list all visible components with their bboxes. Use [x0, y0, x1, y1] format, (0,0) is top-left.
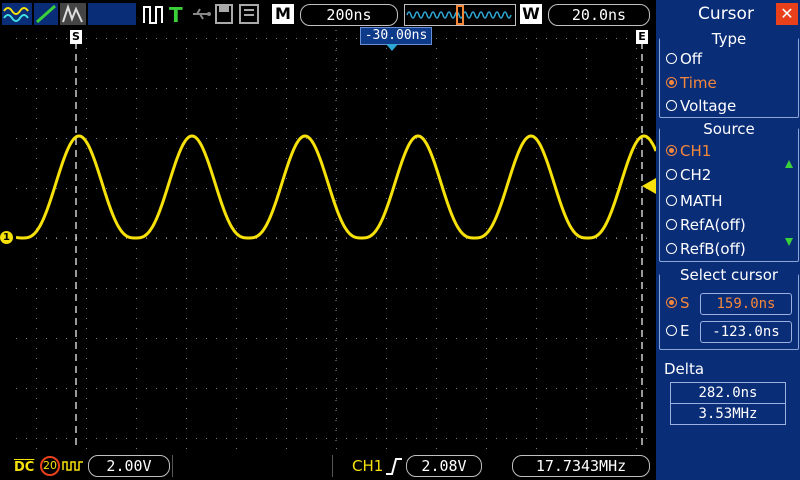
trigger-level-icon[interactable] — [640, 178, 656, 194]
probe-wave-icon — [62, 461, 83, 471]
radio-icon — [666, 243, 677, 254]
delta-frequency: 3.53MHz — [671, 403, 785, 424]
bottom-status-bar: DC 20 2.00V CH1 2.08V 17.7343MHz — [0, 450, 656, 480]
bw-limit-badge: 20 — [40, 456, 60, 476]
radio-icon — [666, 219, 677, 230]
scroll-up-icon[interactable] — [784, 159, 794, 169]
save-icon[interactable] — [214, 3, 234, 25]
slope-icon[interactable] — [34, 3, 58, 25]
cursor-e-tag[interactable]: E — [636, 30, 648, 44]
source-option-ch2[interactable]: CH2 — [666, 165, 711, 185]
waveform-display[interactable]: S E -30.00ns — [16, 27, 656, 450]
source-option-ch1[interactable]: CH1 — [666, 141, 711, 161]
radio-icon — [666, 100, 677, 111]
ch1-trace — [16, 134, 656, 240]
type-group-title: Type — [660, 31, 798, 47]
cursor-s-tag[interactable]: S — [70, 30, 82, 44]
delta-time: 282.0ns — [698, 385, 758, 401]
radio-icon — [666, 195, 677, 206]
cursor-e-value[interactable]: -123.0ns — [700, 321, 792, 343]
coupling-label: DC — [14, 460, 35, 475]
cursor-menu-panel: Cursor ✕ Type Off Time Voltage Source CH… — [656, 0, 800, 480]
frequency-readout: 17.7343MHz — [512, 455, 650, 477]
status-box — [88, 3, 136, 25]
trigger-level[interactable]: 2.08V — [406, 455, 482, 477]
trigger-pos-arrow-icon — [386, 44, 398, 51]
timebase-value[interactable]: 200ns — [300, 4, 398, 26]
source-option-refb[interactable]: RefB(off) — [666, 239, 746, 259]
trigger-T-icon[interactable]: T — [168, 3, 184, 25]
window-value[interactable]: 20.0ns — [548, 4, 650, 26]
type-group: Type Off Time Voltage — [659, 31, 799, 118]
trigger-source: CH1 — [352, 457, 384, 475]
waveform-overview[interactable] — [404, 4, 516, 26]
ch1-ground-marker[interactable]: 1 — [0, 231, 13, 244]
radio-icon — [666, 325, 677, 336]
radio-icon — [666, 169, 677, 180]
type-option-time[interactable]: Time — [666, 73, 717, 93]
cursor-s-option[interactable]: S — [666, 293, 690, 313]
source-group-title: Source — [660, 121, 798, 137]
type-option-off[interactable]: Off — [666, 49, 702, 69]
divider — [332, 455, 333, 477]
rising-edge-icon — [386, 458, 402, 475]
scroll-down-icon[interactable] — [784, 237, 794, 247]
panel-title: Cursor — [698, 4, 754, 24]
run-stop-icon[interactable] — [142, 3, 166, 25]
gray-wave-icon[interactable] — [60, 3, 86, 25]
source-option-refa[interactable]: RefA(off) — [666, 215, 746, 235]
source-group: Source CH1 CH2 MATH RefA(off) RefB(off) — [659, 121, 799, 262]
usb-icon — [193, 8, 211, 20]
panel-header: Cursor ✕ — [656, 0, 800, 28]
delta-readout: 282.0ns 3.53MHz — [670, 382, 786, 425]
type-option-voltage[interactable]: Voltage — [666, 96, 736, 116]
window-label: W — [520, 4, 542, 24]
timebase-label: M — [272, 4, 294, 24]
radio-selected-icon — [666, 77, 677, 88]
ch1-scale[interactable]: 2.00V — [88, 455, 170, 477]
trigger-position-readout: -30.00ns — [360, 27, 432, 45]
graticule — [16, 30, 656, 450]
select-cursor-title: Select cursor — [660, 267, 798, 283]
radio-selected-icon — [666, 145, 677, 156]
delta-title: Delta — [664, 360, 705, 378]
source-option-math[interactable]: MATH — [666, 191, 722, 211]
cursor-e-option[interactable]: E — [666, 321, 689, 341]
memory-icon — [239, 4, 259, 24]
top-toolbar: T M 200ns W 20.0ns — [0, 0, 656, 30]
divider — [172, 455, 173, 477]
cursor-s-value[interactable]: 159.0ns — [700, 293, 792, 315]
overview-wave-icon — [406, 5, 512, 25]
waveform-icon[interactable] — [2, 3, 32, 25]
select-cursor-group: Select cursor S 159.0ns E -123.0ns — [659, 267, 799, 350]
radio-icon — [666, 53, 677, 64]
radio-selected-icon — [666, 297, 677, 308]
close-icon[interactable]: ✕ — [776, 3, 798, 25]
svg-text:T: T — [169, 3, 183, 25]
